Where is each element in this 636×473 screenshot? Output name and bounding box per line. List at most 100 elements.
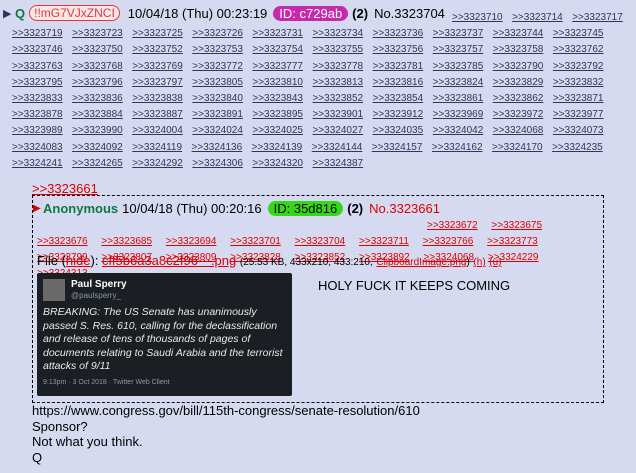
backlink[interactable]: >>3324292 — [132, 156, 183, 172]
backlink[interactable]: >>3323778 — [312, 59, 363, 75]
backlink[interactable]: >>3323977 — [553, 107, 604, 123]
backlink[interactable]: >>3324241 — [12, 156, 63, 172]
backlink[interactable]: >>3323766 — [423, 234, 474, 250]
backlink[interactable]: >>3323797 — [132, 75, 183, 91]
backlink[interactable]: >>3324235 — [552, 140, 603, 156]
backlink[interactable]: >>3323843 — [252, 91, 303, 107]
backlink[interactable]: >>3323852 — [312, 91, 363, 107]
backlink[interactable]: >>3323969 — [433, 107, 484, 123]
backlink[interactable]: >>3323785 — [433, 59, 484, 75]
backlink[interactable]: >>3323723 — [72, 26, 123, 42]
backlink[interactable]: >>3323861 — [433, 91, 484, 107]
backlink[interactable]: >>3324162 — [432, 140, 483, 156]
file-hide-link[interactable]: hide — [66, 253, 91, 268]
backlink[interactable]: >>3324035 — [373, 123, 424, 139]
backlink[interactable]: >>3323744 — [493, 26, 544, 42]
backlink[interactable]: >>3323731 — [252, 26, 303, 42]
backlink[interactable]: >>3323755 — [312, 42, 363, 58]
file-original-name[interactable]: ClipboardImage.png — [376, 257, 466, 268]
backlink[interactable]: >>3323832 — [553, 75, 604, 91]
file-name-link[interactable]: cff5b6a3a8c2f96⋯.png — [102, 253, 236, 268]
backlink[interactable]: >>3323795 — [12, 75, 63, 91]
inline-post-number[interactable]: No.3323661 — [369, 201, 440, 216]
backlink[interactable]: >>3323840 — [192, 91, 243, 107]
backlink[interactable]: >>3323694 — [166, 234, 217, 250]
backlink[interactable]: >>3323836 — [72, 91, 123, 107]
backlink[interactable]: >>3323746 — [12, 42, 63, 58]
backlink[interactable]: >>3323912 — [373, 107, 424, 123]
backlink[interactable]: >>3323792 — [553, 59, 604, 75]
backlink[interactable]: >>3323685 — [101, 234, 152, 250]
backlink[interactable]: >>3323758 — [493, 42, 544, 58]
backlink[interactable]: >>3324170 — [492, 140, 543, 156]
backlink[interactable]: >>3323810 — [252, 75, 303, 91]
file-h-link[interactable]: (h) — [473, 257, 485, 268]
backlink[interactable]: >>3324265 — [72, 156, 123, 172]
backlink[interactable]: >>3323813 — [312, 75, 363, 91]
backlink[interactable]: >>3324144 — [312, 140, 363, 156]
backlink[interactable]: >>3323734 — [312, 26, 363, 42]
backlink[interactable]: >>3323972 — [493, 107, 544, 123]
backlink[interactable]: >>3323753 — [192, 42, 243, 58]
backlink[interactable]: >>3323717 — [572, 10, 623, 26]
backlink[interactable]: >>3323871 — [553, 91, 604, 107]
backlink[interactable]: >>3323796 — [72, 75, 123, 91]
backlink[interactable]: >>3324320 — [252, 156, 303, 172]
backlink[interactable]: >>3324025 — [252, 123, 303, 139]
backlink[interactable]: >>3323756 — [373, 42, 424, 58]
backlink[interactable]: >>3324083 — [12, 140, 63, 156]
backlink[interactable]: >>3323763 — [12, 59, 63, 75]
backlink[interactable]: >>3323989 — [12, 123, 63, 139]
backlink[interactable]: >>3323781 — [373, 59, 424, 75]
backlink[interactable]: >>3323676 — [37, 234, 88, 250]
backlink[interactable]: >>3323891 — [192, 107, 243, 123]
backlink[interactable]: >>3323816 — [373, 75, 424, 91]
backlink[interactable]: >>3323672 — [427, 218, 478, 234]
backlink[interactable]: >>3323752 — [132, 42, 183, 58]
backlink[interactable]: >>3323737 — [433, 26, 484, 42]
backlink[interactable]: >>3324068 — [493, 123, 544, 139]
backlink[interactable]: >>3323805 — [192, 75, 243, 91]
backlink[interactable]: >>3323736 — [373, 26, 424, 42]
backlink[interactable]: >>3323726 — [192, 26, 243, 42]
backlink[interactable]: >>3323745 — [553, 26, 604, 42]
backlink[interactable]: >>3323838 — [132, 91, 183, 107]
backlink[interactable]: >>3323769 — [132, 59, 183, 75]
backlink[interactable]: >>3324306 — [192, 156, 243, 172]
backlink[interactable]: >>3323824 — [433, 75, 484, 91]
backlink[interactable]: >>3323701 — [230, 234, 281, 250]
backlink[interactable]: >>3324027 — [312, 123, 363, 139]
backlink[interactable]: >>3324092 — [72, 140, 123, 156]
backlink[interactable]: >>3324157 — [372, 140, 423, 156]
backlink[interactable]: >>3323719 — [12, 26, 63, 42]
quote-link[interactable]: >>3323661 — [32, 181, 98, 196]
backlink[interactable]: >>3324136 — [192, 140, 243, 156]
backlink[interactable]: >>3323901 — [312, 107, 363, 123]
backlink[interactable]: >>3323762 — [553, 42, 604, 58]
backlink[interactable]: >>3323725 — [132, 26, 183, 42]
inline-post-menu-arrow-icon[interactable]: ▶ — [33, 203, 43, 214]
backlink[interactable]: >>3323990 — [72, 123, 123, 139]
backlink[interactable]: >>3324024 — [192, 123, 243, 139]
backlink[interactable]: >>3324119 — [132, 140, 182, 156]
image-thumbnail[interactable]: Paul Sperry @paulsperry_ BREAKING: The U… — [37, 273, 292, 396]
backlink[interactable]: >>3323790 — [493, 59, 544, 75]
backlink[interactable]: >>3323710 — [452, 10, 503, 26]
backlink[interactable]: >>3323757 — [433, 42, 484, 58]
backlink[interactable]: >>3324387 — [312, 156, 363, 172]
backlink[interactable]: >>3324073 — [553, 123, 604, 139]
backlink[interactable]: >>3323895 — [252, 107, 303, 123]
backlink[interactable]: >>3323675 — [491, 218, 542, 234]
backlink[interactable]: >>3324139 — [252, 140, 303, 156]
backlink[interactable]: >>3323711 — [359, 234, 409, 250]
backlink[interactable]: >>3323773 — [487, 234, 538, 250]
backlink[interactable]: >>3323704 — [295, 234, 346, 250]
backlink[interactable]: >>3323878 — [12, 107, 63, 123]
backlink[interactable]: >>3323768 — [72, 59, 123, 75]
backlink[interactable]: >>3323887 — [132, 107, 183, 123]
backlink[interactable]: >>3324042 — [433, 123, 484, 139]
backlink[interactable]: >>3323854 — [373, 91, 424, 107]
file-u-link[interactable]: (u) — [489, 257, 501, 268]
backlink[interactable]: >>3324004 — [132, 123, 183, 139]
backlink[interactable]: >>3323772 — [192, 59, 243, 75]
